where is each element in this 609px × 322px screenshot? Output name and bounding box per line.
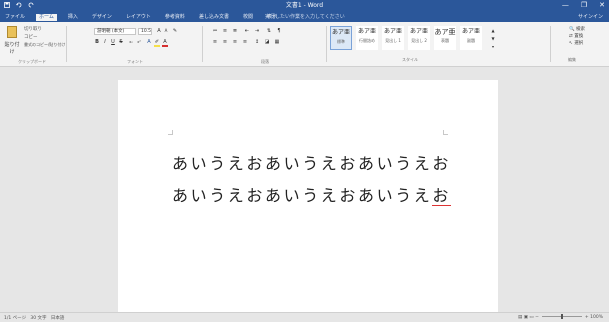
clipboard-icon — [7, 26, 17, 38]
tab-home[interactable]: ホーム — [36, 14, 57, 21]
italic-button[interactable]: I — [102, 39, 108, 45]
styles-gallery: あア亜 標準 あア亜 行間詰め あア亜 見出し 1 あア亜 見出し 2 あア亜 … — [330, 26, 520, 52]
decrease-indent-icon[interactable]: ⇤ — [244, 28, 250, 34]
margin-mark-top-right — [443, 130, 448, 135]
tab-layout[interactable]: レイアウト — [123, 14, 154, 21]
multilevel-list-icon[interactable]: ≣ — [232, 28, 238, 34]
page-count[interactable]: 1/1 ページ — [4, 316, 26, 321]
paste-button[interactable]: 貼り付け — [4, 26, 20, 55]
gallery-up-icon[interactable]: ▲ — [490, 28, 496, 34]
editing-group: 🔍 検索 ⇄ 置換 ↖ 選択 — [569, 26, 599, 47]
tab-review[interactable]: 校閲 — [240, 14, 256, 21]
subscript-button[interactable]: x₂ — [128, 39, 134, 45]
clipboard-group-label: クリップボード — [18, 59, 46, 64]
divider — [66, 26, 67, 62]
paragraph-group-label: 段落 — [261, 59, 269, 64]
document-canvas[interactable]: あいうえおあいうえおあいうえお あいうえおあいうえおあいうえお — [0, 67, 609, 312]
zoom-slider[interactable] — [541, 314, 582, 319]
styles-group-label: スタイル — [402, 57, 418, 62]
numbering-icon[interactable]: ≡ — [222, 28, 228, 34]
paragraph-group: ≔ ≡ ≣ ⇤ ⇥ ⇅ ¶ ≡ ≡ ≡ ≡ ↕ ◪ ▦ 段落 — [206, 24, 324, 65]
divider — [550, 26, 551, 62]
style-no-spacing[interactable]: あア亜 行間詰め — [356, 26, 378, 50]
copy-button[interactable]: コピー — [24, 34, 38, 40]
ribbon-tab-bar: ファイル ホーム 挿入 デザイン レイアウト 参考資料 差し込み文書 校閲 表示… — [0, 12, 609, 22]
tab-design[interactable]: デザイン — [89, 14, 115, 21]
bold-button[interactable]: B — [94, 39, 100, 45]
shading-icon[interactable]: ◪ — [264, 39, 270, 45]
bullets-icon[interactable]: ≔ — [212, 28, 218, 34]
web-layout-icon[interactable]: ▭ — [529, 315, 533, 320]
divider — [202, 26, 203, 62]
document-line-1[interactable]: あいうえおあいうえおあいうえお — [172, 150, 451, 174]
ribbon-home: 貼り付け 切り取り コピー 書式のコピー/貼り付け クリップボード 游明朝 (本… — [0, 22, 609, 67]
underline-button[interactable]: U — [110, 39, 116, 45]
justify-icon[interactable]: ≡ — [242, 39, 248, 45]
editing-group-label: 編集 — [568, 57, 576, 62]
replace-button[interactable]: ⇄ 置換 — [569, 33, 599, 40]
tab-insert[interactable]: 挿入 — [65, 14, 81, 21]
highlight-color-swatch — [154, 45, 160, 47]
gallery-down-icon[interactable]: ▼ — [490, 36, 496, 42]
title-bar: 文書1 - Word — ❐ ✕ — [0, 0, 609, 12]
style-subtitle[interactable]: あア亜 副題 — [460, 26, 482, 50]
style-normal[interactable]: あア亜 標準 — [330, 26, 352, 50]
maximize-button[interactable]: ❐ — [581, 1, 587, 9]
tab-file[interactable]: ファイル — [2, 14, 28, 21]
print-layout-icon[interactable]: ▣ — [524, 315, 528, 320]
align-right-icon[interactable]: ≡ — [232, 39, 238, 45]
margin-mark-top-left — [168, 130, 173, 135]
minimize-button[interactable]: — — [562, 1, 569, 9]
tab-mailings[interactable]: 差し込み文書 — [196, 14, 232, 21]
style-title[interactable]: あア亜 表題 — [434, 26, 456, 50]
increase-indent-icon[interactable]: ⇥ — [254, 28, 260, 34]
gallery-more-icon[interactable]: ▾ — [490, 44, 496, 50]
superscript-button[interactable]: x² — [136, 39, 142, 45]
align-center-icon[interactable]: ≡ — [222, 39, 228, 45]
status-bar: 1/1 ページ 30 文字 日本語 ▤ ▣ ▭ − + 100% — [0, 312, 609, 322]
font-size-select[interactable]: 10.5 — [138, 28, 152, 35]
tab-references[interactable]: 参考資料 — [162, 14, 188, 21]
find-button[interactable]: 🔍 検索 — [569, 26, 599, 33]
text-effects-icon[interactable]: A — [146, 39, 152, 45]
sign-in-link[interactable]: サインイン — [578, 14, 603, 21]
font-group-label: フォント — [127, 59, 143, 64]
shrink-font-icon[interactable]: A — [163, 28, 169, 34]
document-page[interactable]: あいうえおあいうえおあいうえお あいうえおあいうえおあいうえお — [118, 80, 498, 312]
language-indicator[interactable]: 日本語 — [51, 316, 65, 321]
cut-button[interactable]: 切り取り — [24, 26, 42, 32]
clipboard-group: 貼り付け 切り取り コピー 書式のコピー/貼り付け クリップボード — [0, 24, 65, 65]
window-title: 文書1 - Word — [285, 2, 324, 9]
window-controls: — ❐ ✕ — [562, 1, 605, 9]
format-painter-button[interactable]: 書式のコピー/貼り付け — [24, 42, 65, 48]
font-group: 游明朝 (本文) 10.5 A A ✎ B I U S x₂ x² A ✐ A … — [70, 24, 200, 65]
clear-format-icon[interactable]: ✎ — [172, 28, 178, 34]
show-marks-icon[interactable]: ¶ — [276, 28, 282, 34]
style-heading-2[interactable]: あア亜 見出し 2 — [408, 26, 430, 50]
strikethrough-button[interactable]: S — [118, 39, 124, 45]
borders-icon[interactable]: ▦ — [274, 39, 280, 45]
style-heading-1[interactable]: あア亜 見出し 1 — [382, 26, 404, 50]
zoom-level[interactable]: 100% — [590, 315, 603, 320]
divider — [326, 26, 327, 62]
sort-icon[interactable]: ⇅ — [266, 28, 272, 34]
read-mode-icon[interactable]: ▤ — [518, 315, 522, 320]
misspelled-char: お — [432, 186, 452, 206]
font-name-select[interactable]: 游明朝 (本文) — [94, 28, 136, 35]
select-button[interactable]: ↖ 選択 — [569, 40, 599, 47]
align-left-icon[interactable]: ≡ — [212, 39, 218, 45]
zoom-out-button[interactable]: − — [535, 315, 539, 320]
close-button[interactable]: ✕ — [599, 1, 605, 9]
zoom-in-button[interactable]: + — [585, 315, 589, 320]
word-count[interactable]: 30 文字 — [30, 316, 46, 321]
line-spacing-icon[interactable]: ↕ — [254, 39, 260, 45]
font-color-swatch — [162, 45, 168, 47]
grow-font-icon[interactable]: A — [156, 28, 162, 34]
tell-me-search[interactable]: 実行したい作業を入力してください — [265, 14, 345, 21]
document-line-2[interactable]: あいうえおあいうえおあいうえお — [172, 182, 452, 206]
